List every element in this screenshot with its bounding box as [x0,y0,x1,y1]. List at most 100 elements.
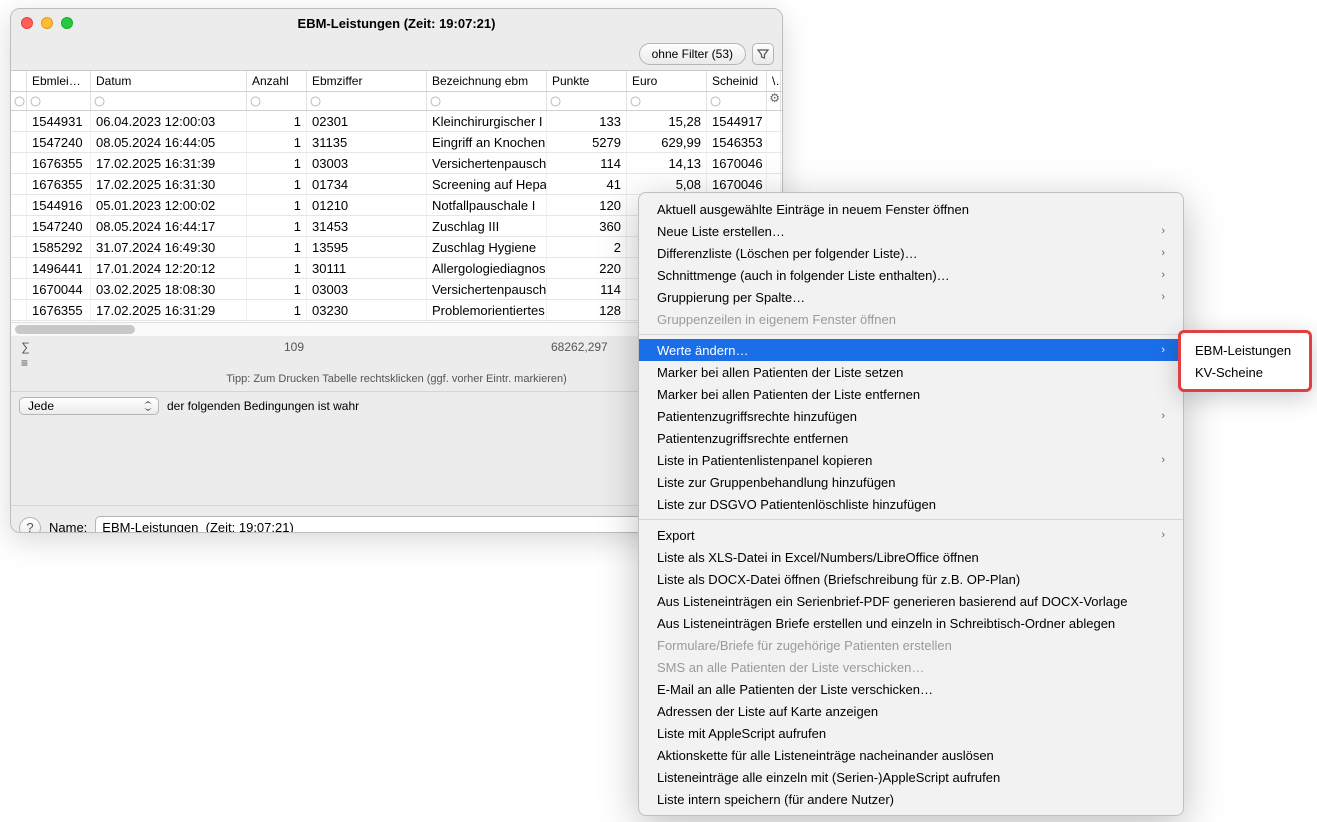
menu-item[interactable]: Liste in Patientenlistenpanel kopieren› [639,449,1183,471]
submenu-werte-aendern[interactable]: EBM-LeistungenKV-Scheine [1178,330,1312,392]
column-header[interactable]: Ebmleist… [27,71,91,91]
name-input[interactable] [95,516,694,533]
cell: 2 [547,237,627,257]
column-filter[interactable] [547,92,627,110]
sum-anzahl: 109 [284,340,304,354]
cell: 15,28 [627,111,707,131]
cell: 133 [547,111,627,131]
menu-item[interactable]: Patientenzugriffsrechte entfernen [639,427,1183,449]
submenu-item[interactable]: KV-Scheine [1181,361,1309,383]
cell: 1676355 [27,153,91,173]
menu-item-label: Listeneinträge alle einzeln mit (Serien-… [657,770,1000,785]
column-header[interactable] [11,71,27,91]
menu-item[interactable]: Liste als DOCX-Datei öffnen (Briefschrei… [639,568,1183,590]
cell: 05.01.2023 12:00:02 [91,195,247,215]
cell: 30111 [307,258,427,278]
cell: 08.05.2024 16:44:17 [91,216,247,236]
cell: 1 [247,153,307,173]
menu-item-label: Liste zur DSGVO Patientenlöschliste hinz… [657,497,936,512]
menu-item[interactable]: Export› [639,524,1183,546]
cell: 1670046 [707,174,767,194]
menu-item[interactable]: Aktionskette für alle Listeneinträge nac… [639,744,1183,766]
menu-item[interactable]: Aus Listeneinträgen ein Serienbrief-PDF … [639,590,1183,612]
menu-item[interactable]: Werte ändern…› [639,339,1183,361]
menu-item[interactable]: Neue Liste erstellen…› [639,220,1183,242]
chevron-right-icon: › [1161,529,1165,541]
table-row[interactable]: 154493106.04.2023 12:00:03102301Kleinchi… [11,111,782,132]
column-filter[interactable] [27,92,91,110]
cell: 120 [547,195,627,215]
column-header[interactable]: Anzahl [247,71,307,91]
cell: 1670044 [27,279,91,299]
column-header[interactable]: Punkte [547,71,627,91]
help-button[interactable]: ? [19,517,41,534]
submenu-item[interactable]: EBM-Leistungen [1181,339,1309,361]
menu-item-label: Adressen der Liste auf Karte anzeigen [657,704,878,719]
cell [11,132,27,152]
menu-item[interactable]: Aus Listeneinträgen Briefe erstellen und… [639,612,1183,634]
chevron-right-icon: › [1161,247,1165,259]
cell: 03003 [307,279,427,299]
cell [11,237,27,257]
column-header[interactable]: Scheinid [707,71,767,91]
menu-item-label: Werte ändern… [657,343,749,358]
cell: 1496441 [27,258,91,278]
scrollbar-thumb[interactable] [15,325,135,334]
menu-item[interactable]: Aktuell ausgewählte Einträge in neuem Fe… [639,198,1183,220]
menu-item[interactable]: Adressen der Liste auf Karte anzeigen [639,700,1183,722]
cell: 17.01.2024 12:20:12 [91,258,247,278]
menu-item-label: Liste als XLS-Datei in Excel/Numbers/Lib… [657,550,979,565]
column-header[interactable]: Datum [91,71,247,91]
cell: 1676355 [27,174,91,194]
menu-item[interactable]: Liste als XLS-Datei in Excel/Numbers/Lib… [639,546,1183,568]
cell [11,174,27,194]
menu-item[interactable]: Schnittmenge (auch in folgender Liste en… [639,264,1183,286]
cell: 1544917 [707,111,767,131]
filter-button[interactable]: ohne Filter (53) [639,43,746,65]
menu-item[interactable]: Listeneinträge alle einzeln mit (Serien-… [639,766,1183,788]
menu-item-label: Marker bei allen Patienten der Liste ent… [657,387,920,402]
menu-item[interactable]: Liste intern speichern (für andere Nutze… [639,788,1183,810]
cell [11,216,27,236]
column-filter[interactable] [627,92,707,110]
menu-item[interactable]: E-Mail an alle Patienten der Liste versc… [639,678,1183,700]
context-menu[interactable]: Aktuell ausgewählte Einträge in neuem Fe… [638,192,1184,816]
menu-item-label: Aus Listeneinträgen ein Serienbrief-PDF … [657,594,1127,609]
column-header[interactable]: \ [767,71,781,91]
menu-item-label: Liste intern speichern (für andere Nutze… [657,792,894,807]
column-header[interactable]: Bezeichnung ebm [427,71,547,91]
column-header[interactable]: Ebmziffer [307,71,427,91]
sigma-icon: ∑ [21,340,37,354]
cell: Zuschlag Hygiene [427,237,547,257]
menu-item[interactable]: Liste zur DSGVO Patientenlöschliste hinz… [639,493,1183,515]
table-row[interactable]: 167635517.02.2025 16:31:39103003Versiche… [11,153,782,174]
menu-item[interactable]: Marker bei allen Patienten der Liste set… [639,361,1183,383]
cell: 114 [547,279,627,299]
column-header[interactable]: Euro [627,71,707,91]
condition-select[interactable]: Jede [19,397,159,415]
filter-icon[interactable] [752,43,774,65]
column-settings-icon[interactable]: ⚙ [769,91,780,105]
menu-item[interactable]: Patientenzugriffsrechte hinzufügen› [639,405,1183,427]
table-row[interactable]: 154724008.05.2024 16:44:05131135Eingriff… [11,132,782,153]
menu-item[interactable]: Marker bei allen Patienten der Liste ent… [639,383,1183,405]
menu-item: Formulare/Briefe für zugehörige Patiente… [639,634,1183,656]
column-filter[interactable] [11,92,27,110]
cell: 1 [247,300,307,320]
cell: 1544916 [27,195,91,215]
cell: 1 [247,279,307,299]
menu-item-label: Differenzliste (Löschen per folgender Li… [657,246,918,261]
column-filter[interactable] [247,92,307,110]
cell: 17.02.2025 16:31:39 [91,153,247,173]
menu-item-label: Neue Liste erstellen… [657,224,785,239]
menu-item: Gruppenzeilen in eigenem Fenster öffnen [639,308,1183,330]
cell: Screening auf Hepa [427,174,547,194]
menu-item[interactable]: Liste mit AppleScript aufrufen [639,722,1183,744]
column-filter[interactable] [91,92,247,110]
menu-item[interactable]: Differenzliste (Löschen per folgender Li… [639,242,1183,264]
column-filter[interactable] [307,92,427,110]
menu-item[interactable]: Gruppierung per Spalte…› [639,286,1183,308]
column-filter[interactable] [707,92,767,110]
menu-item[interactable]: Liste zur Gruppenbehandlung hinzufügen [639,471,1183,493]
column-filter[interactable] [427,92,547,110]
